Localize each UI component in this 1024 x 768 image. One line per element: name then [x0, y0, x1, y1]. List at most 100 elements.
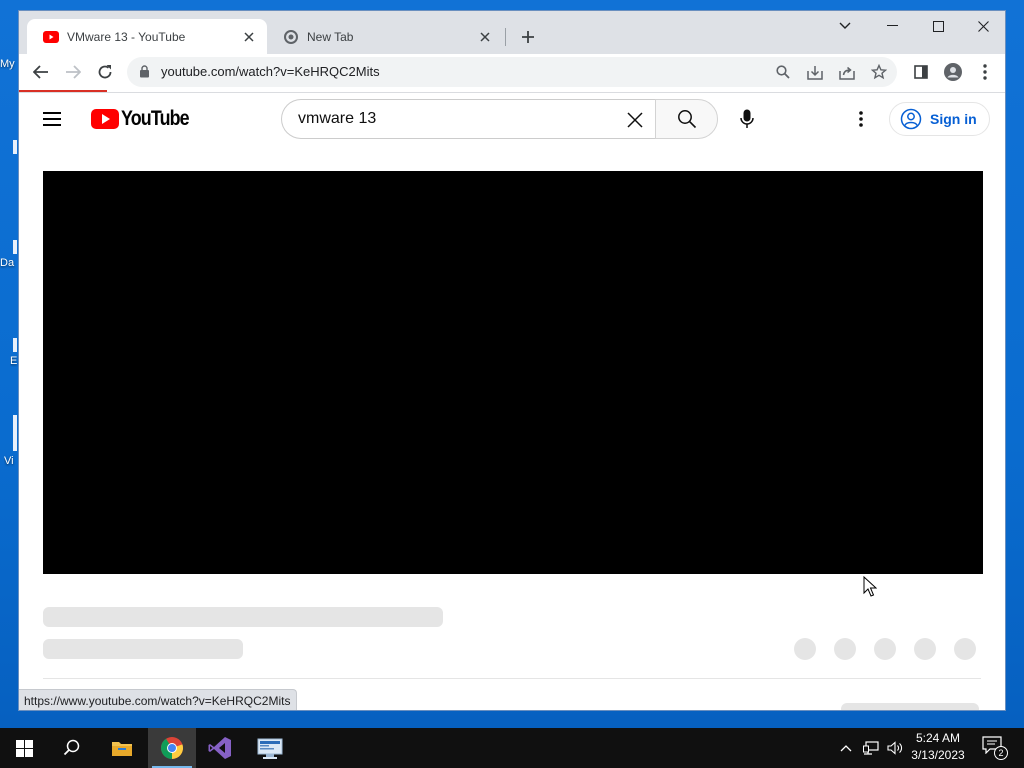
tab-new-tab[interactable]: New Tab — [267, 19, 503, 54]
maximize-button[interactable] — [915, 11, 961, 41]
account-circle-icon — [900, 108, 922, 130]
search-icon — [677, 110, 696, 129]
arrow-left-icon — [33, 65, 48, 79]
search-input[interactable]: vmware 13 — [281, 99, 655, 139]
sign-in-label: Sign in — [930, 111, 977, 127]
clock-time: 5:24 AM — [915, 731, 961, 745]
close-tab-icon[interactable] — [241, 29, 257, 45]
taskbar-search-button[interactable] — [48, 728, 96, 768]
forward-button[interactable] — [59, 58, 87, 86]
youtube-wordmark: YouTube — [121, 107, 190, 130]
side-panel-icon — [914, 65, 928, 79]
network-icon — [863, 741, 879, 755]
status-bubble: https://www.youtube.com/watch?v=KeHRQC2M… — [19, 689, 298, 710]
visual-studio-icon — [208, 737, 231, 759]
video-player[interactable] — [43, 171, 983, 574]
maximize-icon — [932, 20, 944, 32]
search-button[interactable] — [655, 99, 718, 139]
action-skeleton — [834, 638, 856, 660]
desktop-icon-label[interactable]: Da — [0, 257, 18, 269]
mouse-cursor-icon — [863, 576, 877, 597]
address-bar[interactable]: youtube.com/watch?v=KeHRQC2Mits — [127, 57, 897, 87]
show-hidden-icons-button[interactable] — [836, 728, 856, 768]
plus-icon — [522, 31, 534, 43]
windows-start-icon — [15, 739, 33, 757]
title-skeleton — [43, 607, 443, 627]
search-query-text[interactable]: vmware 13 — [298, 110, 376, 128]
minimize-button[interactable] — [869, 11, 915, 41]
tab-search-button[interactable] — [822, 11, 868, 41]
reload-button[interactable] — [91, 58, 119, 86]
tab-separator — [505, 28, 506, 46]
browser-menu-button[interactable] — [971, 58, 999, 86]
settings-menu-button[interactable] — [841, 99, 881, 139]
chevron-up-icon — [840, 745, 852, 752]
remote-desktop-icon — [257, 738, 283, 759]
start-button[interactable] — [0, 728, 48, 768]
browser-window: VMware 13 - YouTube New Tab youtube.com/… — [18, 10, 1006, 711]
voice-search-button[interactable] — [727, 99, 767, 139]
taskbar-visual-studio[interactable] — [196, 728, 244, 768]
volume-tray-button[interactable] — [884, 728, 906, 768]
side-panel-button[interactable] — [907, 58, 935, 86]
network-tray-button[interactable] — [860, 728, 882, 768]
more-vertical-icon — [859, 111, 863, 127]
chrome-icon — [160, 737, 184, 759]
close-icon — [977, 20, 989, 32]
profile-button[interactable] — [939, 58, 967, 86]
desktop-icon[interactable] — [13, 140, 17, 154]
back-button[interactable] — [27, 58, 55, 86]
close-tab-icon[interactable] — [477, 29, 493, 45]
browser-toolbar: youtube.com/watch?v=KeHRQC2Mits — [19, 54, 1005, 90]
minimize-icon — [886, 25, 898, 26]
youtube-logo[interactable]: YouTube — [91, 107, 201, 131]
youtube-icon — [43, 29, 59, 45]
more-vertical-icon — [983, 64, 987, 80]
youtube-masthead: YouTube vmware 13 Sign in — [19, 93, 1005, 145]
guide-menu-icon[interactable] — [43, 109, 67, 129]
sidebar-skeleton — [841, 703, 979, 710]
tab-youtube[interactable]: VMware 13 - YouTube — [27, 19, 267, 54]
search-icon — [63, 739, 80, 756]
action-center-button[interactable]: 2 — [982, 736, 1008, 760]
action-skeleton — [954, 638, 976, 660]
bookmark-star-icon[interactable] — [869, 62, 889, 82]
zoom-search-icon[interactable] — [773, 62, 793, 82]
tab-title: VMware 13 - YouTube — [67, 29, 186, 44]
action-skeleton — [874, 638, 896, 660]
taskbar-clock[interactable]: 5:24 AM 3/13/2023 — [906, 730, 970, 764]
profile-avatar-icon — [944, 63, 962, 81]
file-explorer-icon — [112, 742, 132, 756]
chevron-down-icon — [839, 22, 851, 29]
notification-count-badge: 2 — [994, 746, 1008, 760]
tab-strip: VMware 13 - YouTube New Tab — [19, 11, 1005, 54]
reload-icon — [98, 65, 112, 79]
clock-date: 3/13/2023 — [911, 748, 965, 762]
action-skeleton — [914, 638, 936, 660]
share-icon[interactable] — [837, 62, 857, 82]
tab-title: New Tab — [307, 29, 354, 44]
taskbar: 5:24 AM 3/13/2023 2 — [0, 728, 1024, 768]
taskbar-chrome[interactable] — [148, 728, 196, 768]
desktop-icon[interactable] — [13, 240, 17, 254]
desktop-icon[interactable] — [13, 415, 17, 451]
youtube-play-icon — [91, 109, 119, 129]
content-divider — [43, 678, 981, 679]
action-skeleton — [794, 638, 816, 660]
install-app-icon[interactable] — [805, 62, 825, 82]
chrome-icon — [283, 29, 299, 45]
channel-skeleton — [43, 639, 243, 659]
desktop-icon[interactable] — [13, 338, 17, 352]
taskbar-remote-desktop[interactable] — [246, 728, 294, 768]
new-tab-button[interactable] — [515, 24, 541, 50]
microphone-icon — [740, 109, 754, 128]
lock-icon[interactable] — [139, 65, 150, 78]
volume-icon — [887, 741, 902, 755]
close-window-button[interactable] — [960, 11, 1005, 41]
sign-in-button[interactable]: Sign in — [889, 102, 990, 136]
arrow-right-icon — [66, 65, 81, 79]
clear-search-icon[interactable] — [623, 108, 647, 132]
taskbar-file-explorer[interactable] — [98, 728, 146, 768]
url-text[interactable]: youtube.com/watch?v=KeHRQC2Mits — [161, 64, 380, 79]
desktop-icon-label[interactable]: My — [0, 58, 18, 70]
